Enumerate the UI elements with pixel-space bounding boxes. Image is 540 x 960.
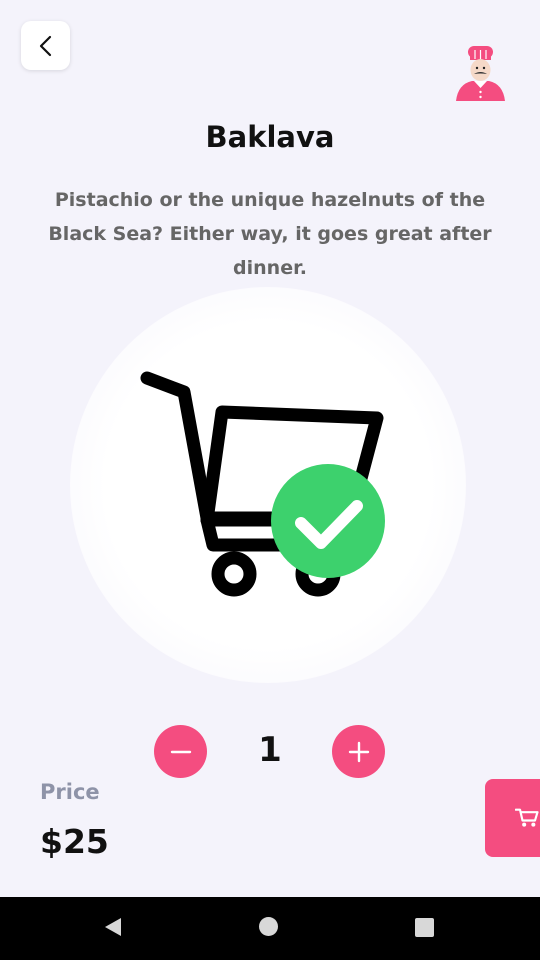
quantity-value: 1	[258, 730, 282, 770]
price-label: Price	[40, 780, 100, 804]
minus-icon	[170, 750, 191, 753]
add-to-cart-button[interactable]	[485, 779, 540, 857]
product-title: Baklava	[205, 120, 335, 154]
home-circle-icon[interactable]	[259, 917, 278, 936]
decrease-quantity-button[interactable]	[154, 725, 207, 778]
chef-avatar-icon[interactable]	[452, 44, 509, 101]
system-navigation-bar	[0, 897, 540, 960]
chevron-left-icon	[39, 35, 51, 56]
recents-square-icon[interactable]	[415, 918, 434, 937]
plus-icon	[348, 741, 369, 762]
back-button[interactable]	[21, 21, 70, 70]
cart-check-icon	[140, 371, 385, 597]
cart-icon	[515, 808, 539, 827]
product-description: Pistachio or the unique hazelnuts of the…	[48, 189, 492, 279]
price-value: $25	[40, 822, 109, 861]
back-triangle-icon[interactable]	[103, 917, 123, 937]
increase-quantity-button[interactable]	[332, 725, 385, 778]
